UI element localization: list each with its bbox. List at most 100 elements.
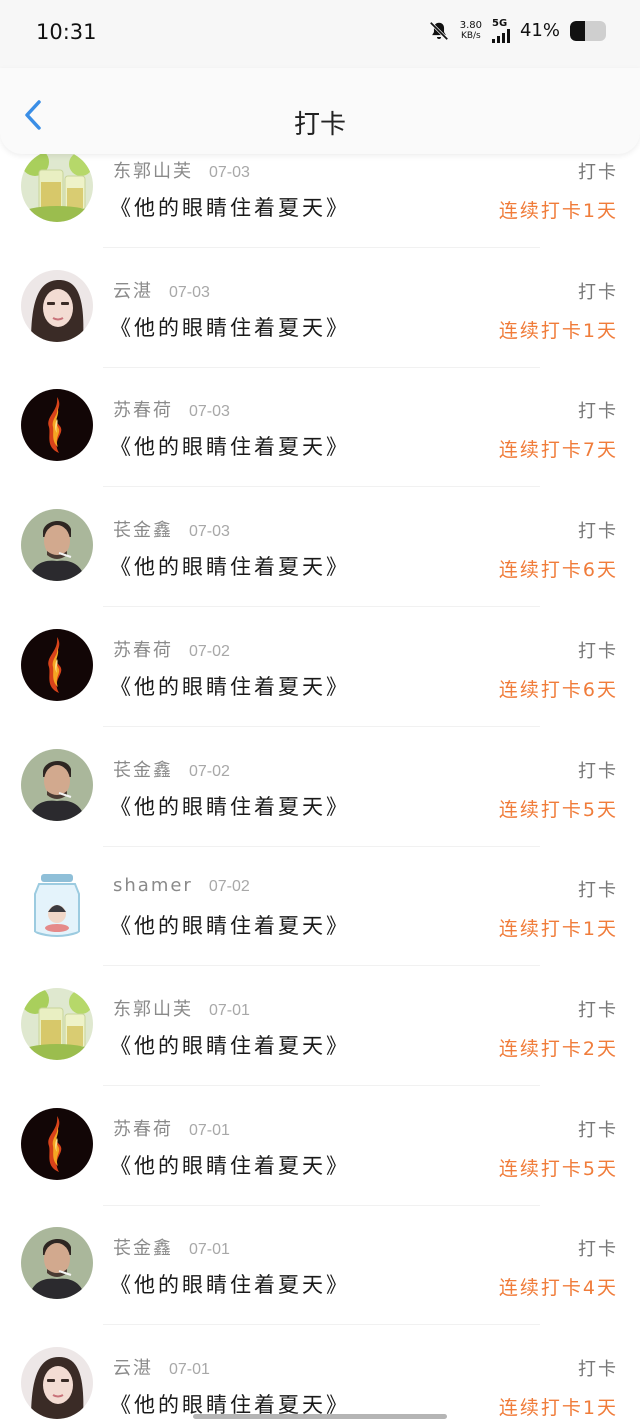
flame-avatar[interactable] [21, 389, 93, 462]
user-name[interactable]: 云湛 [113, 277, 153, 303]
woman-portrait-avatar[interactable] [21, 1347, 93, 1419]
book-title[interactable]: 《他的眼睛住着夏天》 [110, 192, 350, 222]
user-line: 苌金鑫 07-02 [113, 756, 230, 782]
streak-label: 连续打卡2天 [498, 1037, 618, 1060]
checkin-action-label: 打卡 [578, 401, 618, 423]
net-speed: 3.80 KB/s [460, 20, 482, 42]
checkin-item[interactable]: shamer 07-02 《他的眼睛住着夏天》 打卡连续打卡1天 [0, 846, 640, 967]
book-title[interactable]: 《他的眼睛住着夏天》 [110, 431, 350, 461]
streak-label: 连续打卡7天 [498, 439, 618, 462]
checkin-item[interactable]: 云湛 07-01 《他的眼睛住着夏天》 打卡 连续打卡1天 [0, 1325, 640, 1422]
user-name[interactable]: 苏春荷 [113, 396, 173, 422]
drink-glass-avatar[interactable] [21, 150, 93, 222]
user-line: 苌金鑫 07-03 [113, 516, 230, 542]
status-icons: 3.80 KB/s 5G 41% [428, 18, 606, 43]
streak-label: 连续打卡5天 [498, 798, 618, 821]
checkin-date: 07-03 [189, 403, 230, 421]
user-line: 东郭山芙 07-01 [113, 995, 250, 1021]
user-name[interactable]: 苌金鑫 [113, 1234, 173, 1260]
streak-label: 连续打卡6天 [498, 678, 618, 701]
checkin-date: 07-01 [169, 1361, 210, 1378]
woman-portrait-avatar[interactable] [21, 269, 93, 342]
battery-icon [570, 20, 606, 41]
home-indicator[interactable] [193, 1414, 447, 1419]
checkin-date: 07-01 [189, 1241, 230, 1259]
checkin-action-label: 打卡 [578, 880, 618, 902]
checkin-action-label: 打卡 [578, 999, 618, 1021]
user-line: 东郭山芙 07-03 [113, 157, 250, 183]
user-name[interactable]: 云湛 [113, 1354, 153, 1380]
user-line: 苏春荷 07-01 [113, 1115, 230, 1141]
book-title[interactable]: 《他的眼睛住着夏天》 [110, 910, 350, 940]
checkin-item[interactable]: 苏春荷 07-01 《他的眼睛住着夏天》 打卡连续打卡5天 [0, 1086, 640, 1206]
status-time: 10:31 [36, 20, 97, 44]
user-line: 苏春荷 07-02 [113, 636, 230, 662]
user-name[interactable]: shamer [113, 875, 193, 896]
status-bar: 10:31 3.80 KB/s 5G 41% [0, 0, 640, 68]
checkin-action-label: 打卡 [578, 760, 618, 782]
book-title[interactable]: 《他的眼睛住着夏天》 [110, 551, 350, 581]
jar-avatar[interactable] [21, 868, 93, 941]
flame-avatar[interactable] [21, 1107, 93, 1180]
user-name[interactable]: 东郭山芙 [113, 157, 193, 183]
user-line: shamer 07-02 [113, 875, 250, 896]
checkin-action-label: 打卡 [578, 1119, 618, 1141]
book-title[interactable]: 《他的眼睛住着夏天》 [110, 791, 350, 821]
streak-label: 连续打卡5天 [498, 1157, 618, 1180]
checkin-date: 07-03 [169, 283, 210, 301]
man-portrait-avatar[interactable] [21, 1227, 93, 1300]
checkin-date: 07-02 [189, 762, 230, 780]
checkin-item[interactable]: 苌金鑫 07-01 《他的眼睛住着夏天》 打卡连续打卡4天 [0, 1205, 640, 1326]
user-line: 苏春荷 07-03 [113, 396, 230, 422]
checkin-action-label: 打卡 [578, 640, 618, 662]
user-name[interactable]: 东郭山芙 [113, 995, 193, 1021]
book-title[interactable]: 《他的眼睛住着夏天》 [110, 671, 350, 701]
drink-glass-avatar[interactable] [21, 987, 93, 1060]
checkin-action-label: 打卡 [578, 281, 618, 303]
streak-label: 连续打卡1天 [498, 200, 618, 222]
book-title[interactable]: 《他的眼睛住着夏天》 [110, 1150, 350, 1180]
checkin-item[interactable]: 苏春荷 07-03 《他的眼睛住着夏天》 打卡连续打卡7天 [0, 367, 640, 488]
checkin-action-label: 打卡 [578, 162, 618, 183]
streak-label: 连续打卡1天 [498, 1397, 618, 1419]
user-line: 云湛 07-03 [113, 277, 210, 303]
signal-icon: 5G [491, 18, 510, 43]
man-portrait-avatar[interactable] [21, 509, 93, 582]
checkin-date: 07-03 [189, 523, 230, 541]
checkin-item[interactable]: 苏春荷 07-02 《他的眼睛住着夏天》 打卡连续打卡6天 [0, 607, 640, 727]
checkin-date: 07-02 [208, 878, 250, 896]
book-title[interactable]: 《他的眼睛住着夏天》 [110, 1269, 350, 1299]
checkin-action-label: 打卡 [578, 521, 618, 543]
user-line: 云湛 07-01 [113, 1354, 210, 1380]
book-title[interactable]: 《他的眼睛住着夏天》 [110, 312, 350, 342]
checkin-item[interactable]: 云湛 07-03 《他的眼睛住着夏天》 打卡连续打卡1天 [0, 248, 640, 368]
checkin-item[interactable]: 东郭山芙 07-01 《他的眼睛住着夏天》 打卡连续打卡2天 [0, 966, 640, 1086]
streak-label: 连续打卡1天 [498, 319, 618, 342]
checkin-action-label: 打卡 [578, 1359, 618, 1380]
user-name[interactable]: 苌金鑫 [113, 756, 173, 782]
streak-label: 连续打卡1天 [498, 918, 618, 941]
battery-percent: 41% [519, 20, 560, 41]
flame-avatar[interactable] [21, 628, 93, 701]
streak-label: 连续打卡4天 [498, 1277, 618, 1300]
user-line: 苌金鑫 07-01 [113, 1234, 230, 1260]
net-speed-unit: KB/s [460, 30, 481, 41]
network-type: 5G [491, 18, 508, 29]
checkin-date: 07-01 [189, 1121, 230, 1139]
checkin-date: 07-01 [209, 1001, 250, 1019]
book-title[interactable]: 《他的眼睛住着夏天》 [110, 1030, 350, 1060]
user-name[interactable]: 苏春荷 [113, 636, 173, 662]
streak-label: 连续打卡6天 [498, 559, 618, 582]
checkin-item[interactable]: 苌金鑫 07-02 《他的眼睛住着夏天》 打卡连续打卡5天 [0, 727, 640, 847]
user-name[interactable]: 苌金鑫 [113, 516, 173, 542]
nav-header: 打卡 [0, 68, 640, 154]
user-name[interactable]: 苏春荷 [113, 1115, 173, 1141]
checkin-date: 07-02 [189, 642, 230, 660]
net-speed-value: 3.80 [459, 19, 482, 31]
page-title: 打卡 [293, 110, 346, 140]
checkin-date: 07-03 [209, 164, 250, 181]
checkin-item[interactable]: 苌金鑫 07-03 《他的眼睛住着夏天》 打卡连续打卡6天 [0, 487, 640, 608]
checkin-action-label: 打卡 [578, 1239, 618, 1261]
man-portrait-avatar[interactable] [21, 748, 93, 821]
bell-muted-icon [429, 21, 449, 40]
